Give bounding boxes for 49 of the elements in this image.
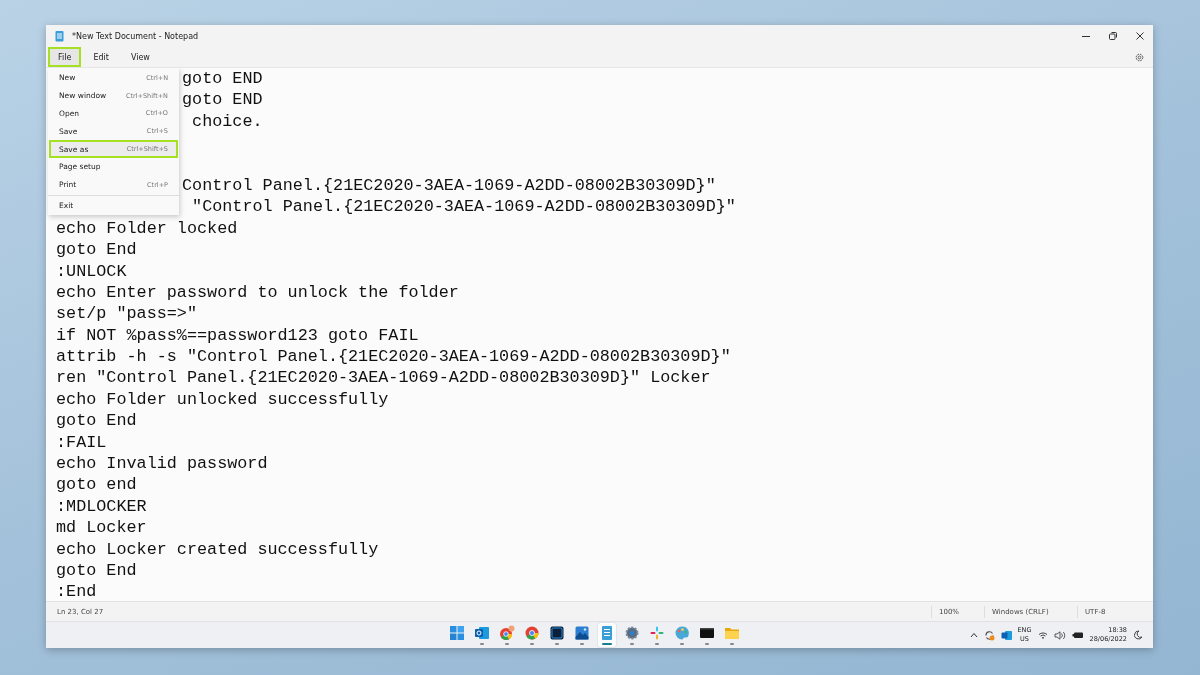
window-title: *New Text Document - Notepad	[72, 31, 200, 41]
folder-icon	[724, 625, 740, 642]
code-line: :UNLOCK	[56, 261, 127, 281]
menu-item[interactable]: File	[48, 47, 82, 67]
close-icon	[1135, 32, 1144, 40]
mail-app-icon[interactable]	[1000, 629, 1012, 641]
settings-icon[interactable]	[1135, 52, 1144, 62]
image-icon	[574, 625, 590, 642]
palette-icon	[674, 625, 690, 642]
code-line: echo Invalid password	[56, 454, 268, 474]
code-line: echo Locker created successfully	[56, 539, 379, 559]
code-line: goto End	[56, 561, 137, 580]
speaker-icon[interactable]	[1053, 630, 1066, 640]
code-line: set/p "pass=>"	[56, 304, 197, 324]
app-tile-icon	[549, 625, 565, 642]
code-line: echo Enter password to unlock the folder	[56, 282, 459, 302]
code-line: goto End	[56, 411, 137, 431]
code-line: ren "Control Panel.{21EC2020-3AEA-1069-A2DD-08002B30309D}" Locker	[56, 368, 711, 388]
restore-icon	[1108, 32, 1117, 40]
notepad-icon	[55, 30, 64, 42]
code-line: Control Panel.{21EC2020-3AEA-1069-A2DD-08002B30309D}"	[182, 175, 716, 195]
pinwheel-icon	[649, 625, 665, 642]
code-line: echo Folder unlocked successfully	[56, 389, 389, 409]
code-line: attrib -h -s "Control Panel.{21EC2020-3AEA-1069-A2DD-08002B30309D}"	[56, 347, 731, 367]
browser-icon	[499, 625, 515, 642]
code-line: if NOT %pass%==password123 goto FAIL	[56, 325, 419, 345]
code-line: :End	[56, 582, 97, 601]
code-line: :FAIL	[56, 432, 107, 452]
browser-icon	[524, 625, 540, 642]
wifi-icon[interactable]	[1037, 631, 1048, 639]
battery-icon[interactable]	[1071, 631, 1084, 639]
windows-logo-icon	[449, 625, 465, 642]
mail-app-icon	[474, 625, 490, 642]
chevron-up-icon[interactable]	[969, 632, 978, 638]
code-line: goto end	[56, 475, 137, 495]
sync-icon[interactable]	[983, 629, 995, 641]
code-line: choice.	[191, 111, 263, 131]
code-line: echo Folder locked	[56, 218, 238, 238]
settings-icon	[624, 625, 640, 642]
notepad-icon	[599, 625, 615, 642]
code-line: goto END	[182, 69, 263, 88]
code-line: goto End	[56, 240, 137, 260]
code-line: "Control Panel.{21EC2020-3AEA-1069-A2DD-08002B30309D}"	[191, 197, 736, 217]
code-line: goto END	[182, 90, 263, 110]
moon-icon[interactable]	[1133, 630, 1143, 640]
code-line: :MDLOCKER	[56, 496, 147, 516]
code-line: md Locker	[56, 518, 147, 538]
menu-item[interactable]: Edit	[83, 47, 119, 67]
menu-item[interactable]: View	[120, 47, 160, 67]
